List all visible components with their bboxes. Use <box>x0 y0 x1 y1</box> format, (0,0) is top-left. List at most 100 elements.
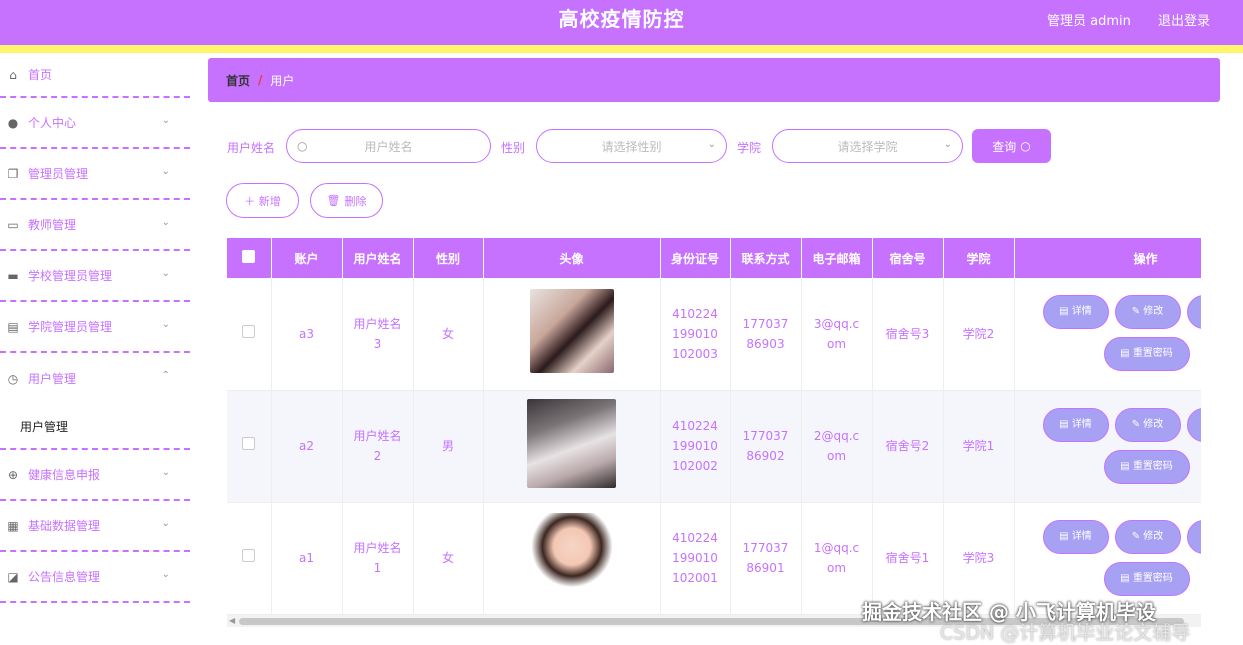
sidebar-item-school-admins[interactable]: ▬ 学校管理员管理 ⌄ <box>0 251 190 302</box>
add-button[interactable]: ＋ 新增 <box>226 183 299 218</box>
breadcrumb: 首页 / 用户 <box>208 58 1220 102</box>
sidebar-item-label: 个人中心 <box>28 116 77 130</box>
delete-row-button[interactable] <box>1186 407 1201 442</box>
id-card-text: 410224199010102001 <box>672 531 718 585</box>
breadcrumb-separator: / <box>258 73 263 87</box>
sidebar-item-home[interactable]: ⌂ 首页 <box>0 53 190 98</box>
select-all-checkbox[interactable] <box>242 250 256 263</box>
delete-row-button[interactable] <box>1186 519 1201 554</box>
name-search-input[interactable]: ○ 用户姓名 <box>286 129 491 163</box>
sidebar-item-profile[interactable]: ● 个人中心 ⌄ <box>0 98 190 149</box>
table-row: a2 用户姓名2 男 410224199010102002 1770378690… <box>227 390 1201 503</box>
sidebar-item-teachers[interactable]: ▭ 教师管理 ⌄ <box>0 200 190 251</box>
query-button-label: 查询 <box>992 139 1017 154</box>
scroll-left-icon[interactable]: ◀ <box>229 616 235 625</box>
gender-select[interactable]: 请选择性别 ⌄ <box>536 129 727 163</box>
avatar-cell <box>483 390 661 503</box>
gender-cell: 女 <box>413 278 484 391</box>
row-select-cell[interactable] <box>227 278 272 391</box>
edit-icon: ✎ <box>1131 418 1144 430</box>
account-cell: a3 <box>271 278 343 391</box>
select-all-header[interactable] <box>227 238 272 278</box>
breadcrumb-home[interactable]: 首页 <box>226 72 250 89</box>
detail-button[interactable]: ▤ 详情 <box>1042 295 1109 329</box>
column-header: 操作 <box>1014 238 1201 278</box>
delete-row-button[interactable] <box>1186 295 1201 329</box>
users-table: 账户 用户姓名 性别 头像 身份证号 联系方式 电子邮箱 宿舍号 学院 操作 a… <box>227 238 1201 615</box>
reset-password-button[interactable]: ▤ 重置密码 <box>1103 561 1190 596</box>
trash-icon: 🗑 <box>326 194 341 207</box>
row-select-cell[interactable] <box>227 502 272 615</box>
sidebar-item-notices[interactable]: ◪ 公告信息管理 ⌄ <box>0 552 190 603</box>
detail-icon: ▤ <box>1059 418 1072 430</box>
dorm-cell: 宿舍号2 <box>872 390 944 503</box>
delete-button-label: 删除 <box>344 194 367 208</box>
name-cell: 用户姓名3 <box>342 278 414 391</box>
edit-label: 修改 <box>1143 418 1164 430</box>
sidebar-item-label: 健康信息申报 <box>28 468 101 482</box>
chevron-down-icon: ⌄ <box>161 115 170 126</box>
sidebar-subitem-user-management[interactable]: 用户管理 <box>0 404 190 450</box>
monitor-icon: ▬ <box>7 268 19 283</box>
row-checkbox[interactable] <box>242 437 256 450</box>
edit-button[interactable]: ✎ 修改 <box>1114 295 1181 329</box>
chevron-down-icon: ⌄ <box>161 569 170 580</box>
row-checkbox[interactable] <box>242 549 256 562</box>
edit-button[interactable]: ✎ 修改 <box>1114 407 1181 442</box>
reset-password-button[interactable]: ▤ 重置密码 <box>1103 337 1190 371</box>
email-cell: 2@qq.com <box>801 390 873 503</box>
phone-cell: 17703786902 <box>730 390 802 503</box>
chart-icon: ◪ <box>7 569 19 584</box>
column-header: 宿舍号 <box>872 238 944 278</box>
account-cell: a1 <box>271 502 343 615</box>
sidebar-item-admins[interactable]: ❐ 管理员管理 ⌄ <box>0 149 190 200</box>
chevron-down-icon: ⌄ <box>161 319 170 330</box>
phone-text: 17703786901 <box>742 541 789 575</box>
row-select-cell[interactable] <box>227 390 272 503</box>
detail-button[interactable]: ▤ 详情 <box>1042 519 1109 554</box>
delete-button[interactable]: 🗑 删除 <box>310 183 383 218</box>
target-icon: ⊕ <box>7 467 19 482</box>
reset-label: 重置密码 <box>1132 572 1173 584</box>
query-button[interactable]: 查询 ○ <box>972 129 1051 163</box>
email-cell: 3@qq.com <box>801 278 873 391</box>
sidebar-item-basic-data[interactable]: ▦ 基础数据管理 ⌄ <box>0 501 190 552</box>
operations-cell: ▤ 详情 ✎ 修改 ▤ 重置密码 <box>1014 390 1201 503</box>
avatar-image <box>527 398 616 488</box>
column-header: 账户 <box>271 238 343 278</box>
name-text: 用户姓名2 <box>353 429 402 463</box>
sidebar-item-users[interactable]: ◷ 用户管理 ⌃ <box>0 353 190 404</box>
operations-cell: ▤ 详情 ✎ 修改 ▤ 重置密码 <box>1014 278 1201 391</box>
avatar-image <box>529 288 614 373</box>
id-card-cell: 410224199010102002 <box>660 390 731 503</box>
dorm-cell: 宿舍号3 <box>872 278 944 391</box>
id-card-cell: 410224199010102003 <box>660 278 731 391</box>
sidebar-item-college-admins[interactable]: ▤ 学院管理员管理 ⌄ <box>0 302 190 353</box>
row-checkbox[interactable] <box>242 324 256 338</box>
reset-icon: ▤ <box>1120 460 1133 472</box>
edit-button[interactable]: ✎ 修改 <box>1114 519 1181 554</box>
add-button-label: ＋ 新增 <box>244 194 281 208</box>
email-text: 2@qq.com <box>813 429 860 463</box>
clipboard-icon: ▤ <box>7 319 19 334</box>
gender-select-placeholder: 请选择性别 <box>601 139 662 154</box>
phone-text: 17703786903 <box>742 316 789 351</box>
reset-icon: ▤ <box>1120 348 1133 359</box>
logout-link[interactable]: 退出登录 <box>1158 10 1210 29</box>
sidebar-item-label: 教师管理 <box>28 218 77 232</box>
sidebar-item-health[interactable]: ⊕ 健康信息申报 ⌄ <box>0 450 190 501</box>
avatar-image <box>529 513 614 597</box>
phone-cell: 17703786901 <box>730 502 802 615</box>
detail-label: 详情 <box>1071 418 1092 430</box>
phone-cell: 17703786903 <box>730 278 802 391</box>
name-text: 用户姓名3 <box>353 316 402 351</box>
college-select[interactable]: 请选择学院 ⌄ <box>772 129 963 163</box>
detail-button[interactable]: ▤ 详情 <box>1042 407 1109 442</box>
id-card-cell: 410224199010102001 <box>660 502 731 615</box>
college-cell: 学院1 <box>943 390 1015 503</box>
email-text: 1@qq.com <box>813 541 860 575</box>
reset-password-button[interactable]: ▤ 重置密码 <box>1103 449 1190 484</box>
chevron-down-icon: ⌄ <box>161 467 170 478</box>
chevron-down-icon: ⌄ <box>707 139 716 150</box>
breadcrumb-current: 用户 <box>270 73 295 88</box>
